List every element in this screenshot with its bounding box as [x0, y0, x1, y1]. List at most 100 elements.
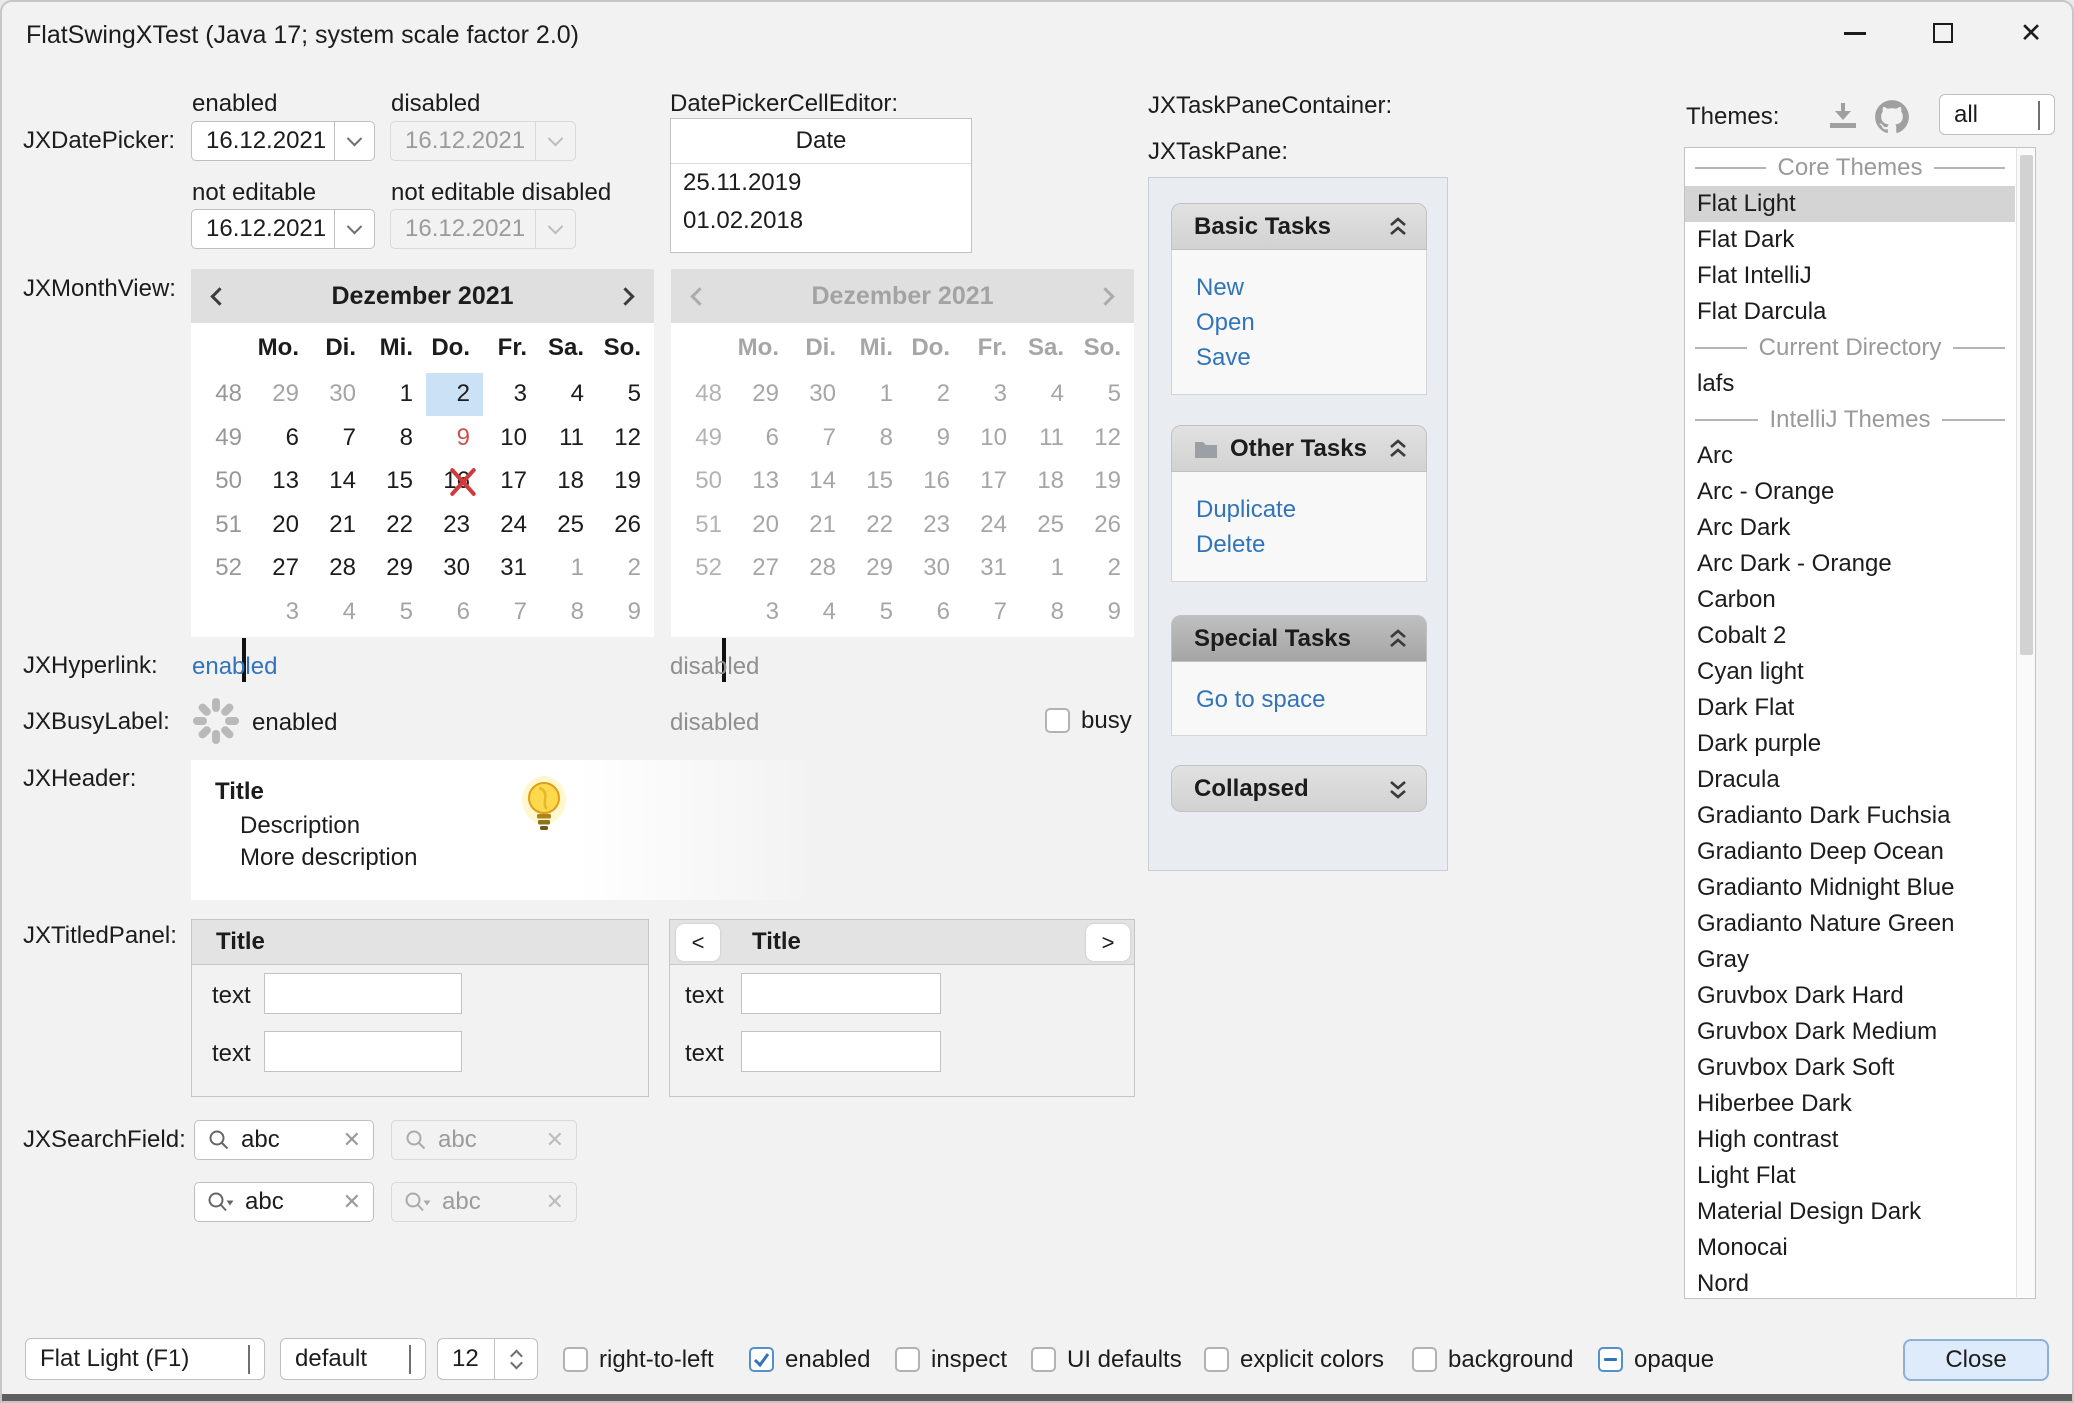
- toolbar-checkbox-row[interactable]: enabled: [749, 1347, 870, 1372]
- calendar-day[interactable]: 5: [597, 373, 654, 417]
- close-button[interactable]: Close: [1903, 1339, 2049, 1381]
- theme-list-item[interactable]: Hiberbee Dark: [1685, 1086, 2015, 1122]
- scrollbar-thumb[interactable]: [2020, 155, 2033, 655]
- calendar-day[interactable]: 30: [312, 373, 369, 417]
- calendar-day[interactable]: 28: [312, 547, 369, 591]
- calendar-day[interactable]: 26: [597, 503, 654, 547]
- search-input[interactable]: abc: [245, 1188, 333, 1216]
- table-row[interactable]: 25.11.2019: [671, 164, 971, 202]
- taskpane-header[interactable]: Basic Tasks: [1171, 203, 1427, 250]
- theme-list-item[interactable]: Arc: [1685, 438, 2015, 474]
- toolbar-checkbox-row[interactable]: opaque: [1598, 1347, 1714, 1372]
- close-window-button[interactable]: ✕: [2000, 10, 2062, 56]
- calendar-day[interactable]: 5: [369, 590, 426, 634]
- toolbar-checkbox-row[interactable]: explicit colors: [1204, 1347, 1384, 1372]
- next-month-icon[interactable]: [616, 287, 634, 305]
- calendar-day[interactable]: 1: [369, 373, 426, 417]
- checkbox-ui-defaults[interactable]: [1031, 1347, 1056, 1372]
- font-size-spinner[interactable]: 12: [437, 1338, 538, 1380]
- calendar-day[interactable]: 8: [369, 416, 426, 460]
- calendar-day[interactable]: 31: [483, 547, 540, 591]
- laf-combo[interactable]: Flat Light (F1): [25, 1338, 265, 1380]
- theme-list-item[interactable]: Gradianto Dark Fuchsia: [1685, 798, 2015, 834]
- maximize-button[interactable]: [1912, 10, 1974, 56]
- scrollbar[interactable]: [2016, 148, 2035, 1297]
- theme-list-item[interactable]: Cyan light: [1685, 654, 2015, 690]
- calendar-day[interactable]: 10: [483, 416, 540, 460]
- search-field-enabled[interactable]: abc ✕: [194, 1120, 374, 1160]
- datepicker-dropdown-button[interactable]: [334, 210, 374, 248]
- theme-list-item[interactable]: Gruvbox Dark Hard: [1685, 978, 2015, 1014]
- theme-list-item[interactable]: Flat Dark: [1685, 222, 2015, 258]
- taskpane-header[interactable]: Special Tasks: [1171, 615, 1427, 662]
- github-icon[interactable]: [1874, 99, 1910, 135]
- cell-editor-table[interactable]: Date 25.11.2019 01.02.2018: [670, 118, 972, 253]
- busy-checkbox[interactable]: [1045, 708, 1070, 733]
- calendar-day[interactable]: 18: [540, 460, 597, 504]
- calendar-day[interactable]: 24: [483, 503, 540, 547]
- calendar-day[interactable]: 6: [255, 416, 312, 460]
- theme-list-item[interactable]: lafs: [1685, 366, 2015, 402]
- text-input[interactable]: [264, 1031, 462, 1072]
- taskpane-link-save[interactable]: Save: [1196, 344, 1251, 372]
- theme-list-item[interactable]: Gradianto Midnight Blue: [1685, 870, 2015, 906]
- calendar-day[interactable]: 12: [597, 416, 654, 460]
- calendar-day[interactable]: 29: [369, 547, 426, 591]
- themes-filter-combo[interactable]: all: [1939, 94, 2055, 135]
- taskpane-link-new[interactable]: New: [1196, 274, 1244, 302]
- text-input[interactable]: [264, 973, 462, 1014]
- calendar-day[interactable]: 30: [426, 547, 483, 591]
- calendar-day[interactable]: 20: [255, 503, 312, 547]
- theme-list-item[interactable]: Gradianto Deep Ocean: [1685, 834, 2015, 870]
- theme-list-item[interactable]: Nord: [1685, 1266, 2015, 1299]
- calendar-day[interactable]: 9: [597, 590, 654, 634]
- theme-list-item[interactable]: Gray: [1685, 942, 2015, 978]
- calendar-grid[interactable]: Mo.Di.Mi.Do.Fr.Sa.So.4829301234549678910…: [191, 323, 654, 637]
- checkbox-enabled[interactable]: [749, 1347, 774, 1372]
- calendar-day[interactable]: 22: [369, 503, 426, 547]
- calendar-day[interactable]: 29: [255, 373, 312, 417]
- checkbox-opaque[interactable]: [1598, 1347, 1623, 1372]
- checkbox-background[interactable]: [1412, 1347, 1437, 1372]
- theme-list-item[interactable]: Cobalt 2: [1685, 618, 2015, 654]
- theme-list-item[interactable]: Flat Light: [1685, 186, 2015, 222]
- datepicker-enabled[interactable]: 16.12.2021: [191, 121, 375, 161]
- font-combo[interactable]: default: [280, 1338, 426, 1380]
- calendar-day[interactable]: 21: [312, 503, 369, 547]
- toolbar-checkbox-row[interactable]: UI defaults: [1031, 1347, 1182, 1372]
- calendar-day[interactable]: 2: [426, 373, 483, 417]
- calendar-day[interactable]: 8: [540, 590, 597, 634]
- titled-panel-prev-button[interactable]: <: [676, 924, 720, 961]
- calendar-day[interactable]: 2: [597, 547, 654, 591]
- busy-checkbox-row[interactable]: busy: [1045, 708, 1132, 733]
- calendar-day[interactable]: 25: [540, 503, 597, 547]
- theme-list-item[interactable]: Gruvbox Dark Medium: [1685, 1014, 2015, 1050]
- checkbox-inspect[interactable]: [895, 1347, 920, 1372]
- search-input[interactable]: abc: [241, 1126, 333, 1154]
- minimize-button[interactable]: [1824, 10, 1886, 56]
- clear-icon[interactable]: ✕: [343, 1189, 361, 1215]
- toolbar-checkbox-row[interactable]: background: [1412, 1347, 1573, 1372]
- clear-icon[interactable]: ✕: [343, 1127, 361, 1153]
- theme-list-item[interactable]: Arc Dark: [1685, 510, 2015, 546]
- calendar-day[interactable]: 13: [255, 460, 312, 504]
- theme-list-item[interactable]: Arc - Orange: [1685, 474, 2015, 510]
- calendar-day[interactable]: 11: [540, 416, 597, 460]
- taskpane-link-delete[interactable]: Delete: [1196, 531, 1265, 559]
- theme-list-item[interactable]: Flat IntelliJ: [1685, 258, 2015, 294]
- calendar-day[interactable]: 4: [312, 590, 369, 634]
- titled-panel-next-button[interactable]: >: [1086, 924, 1130, 961]
- table-column-header[interactable]: Date: [671, 119, 971, 164]
- calendar-day[interactable]: 7: [483, 590, 540, 634]
- datepicker-value[interactable]: 16.12.2021: [192, 127, 334, 155]
- theme-list-item[interactable]: Dracula: [1685, 762, 2015, 798]
- datepicker-not-editable[interactable]: 16.12.2021: [191, 209, 375, 249]
- theme-list-item[interactable]: Material Design Dark: [1685, 1194, 2015, 1230]
- calendar-day[interactable]: 9: [426, 416, 483, 460]
- calendar-day[interactable]: 19: [597, 460, 654, 504]
- taskpane-link-open[interactable]: Open: [1196, 309, 1255, 337]
- calendar-day[interactable]: 7: [312, 416, 369, 460]
- calendar-day[interactable]: 1: [540, 547, 597, 591]
- calendar-day[interactable]: 4: [540, 373, 597, 417]
- text-input[interactable]: [741, 1031, 941, 1072]
